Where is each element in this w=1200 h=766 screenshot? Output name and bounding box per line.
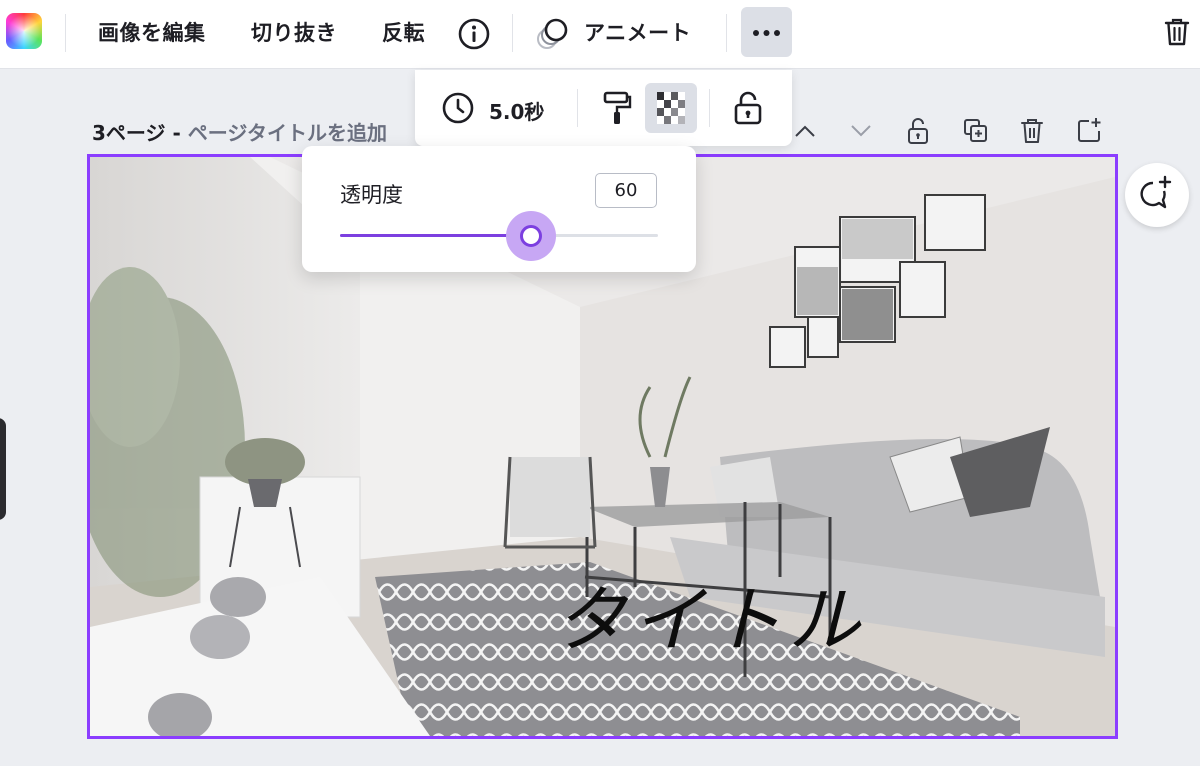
transparency-button[interactable] — [645, 83, 697, 133]
add-comment-button[interactable] — [1125, 163, 1189, 227]
page-header: 3ページ - ページタイトルを追加 — [92, 117, 387, 146]
delete-page-icon[interactable] — [1019, 116, 1045, 146]
trash-icon[interactable] — [1163, 16, 1191, 48]
chevron-up-icon[interactable] — [792, 118, 818, 144]
lock-icon[interactable] — [731, 89, 765, 127]
page-number-label: 3ページ - — [92, 121, 188, 145]
divider — [65, 14, 66, 52]
top-toolbar: 画像を編集 切り抜き 反転 アニメート — [0, 0, 1200, 69]
divider — [577, 89, 578, 127]
edit-image-button[interactable]: 画像を編集 — [98, 16, 206, 50]
side-panel-handle[interactable] — [0, 418, 6, 520]
slider-thumb[interactable] — [519, 225, 542, 247]
sub-toolbar: 5.0秒 — [415, 70, 792, 146]
slider-fill — [340, 234, 531, 237]
crop-button[interactable]: 切り抜き — [251, 16, 337, 50]
add-comment-icon — [1140, 175, 1172, 209]
animate-button[interactable]: アニメート — [584, 16, 691, 50]
duration-button[interactable]: 5.0秒 — [489, 96, 544, 125]
transparency-value-input[interactable]: 60 — [595, 173, 657, 208]
flip-button[interactable]: 反転 — [382, 16, 425, 50]
duplicate-page-icon[interactable] — [962, 117, 990, 145]
divider — [726, 14, 727, 52]
info-icon[interactable] — [456, 16, 492, 52]
more-icon — [753, 30, 780, 36]
transparency-slider[interactable] — [340, 211, 658, 261]
paint-roller-icon[interactable] — [600, 89, 634, 127]
chevron-down-icon[interactable] — [848, 118, 874, 144]
add-page-icon[interactable] — [1076, 116, 1104, 144]
divider — [512, 14, 513, 52]
animate-icon[interactable] — [534, 15, 572, 53]
canvas-title-text[interactable]: タイトル — [554, 561, 866, 666]
divider — [709, 89, 710, 127]
clock-icon[interactable] — [441, 91, 475, 125]
more-button[interactable] — [741, 7, 792, 57]
color-palette-icon[interactable] — [6, 13, 42, 49]
page-title-input[interactable]: ページタイトルを追加 — [188, 121, 387, 145]
transparency-popup: 透明度 60 — [302, 146, 696, 272]
transparency-label: 透明度 — [340, 183, 403, 207]
page-lock-icon[interactable] — [905, 116, 931, 146]
transparency-icon — [657, 92, 685, 124]
